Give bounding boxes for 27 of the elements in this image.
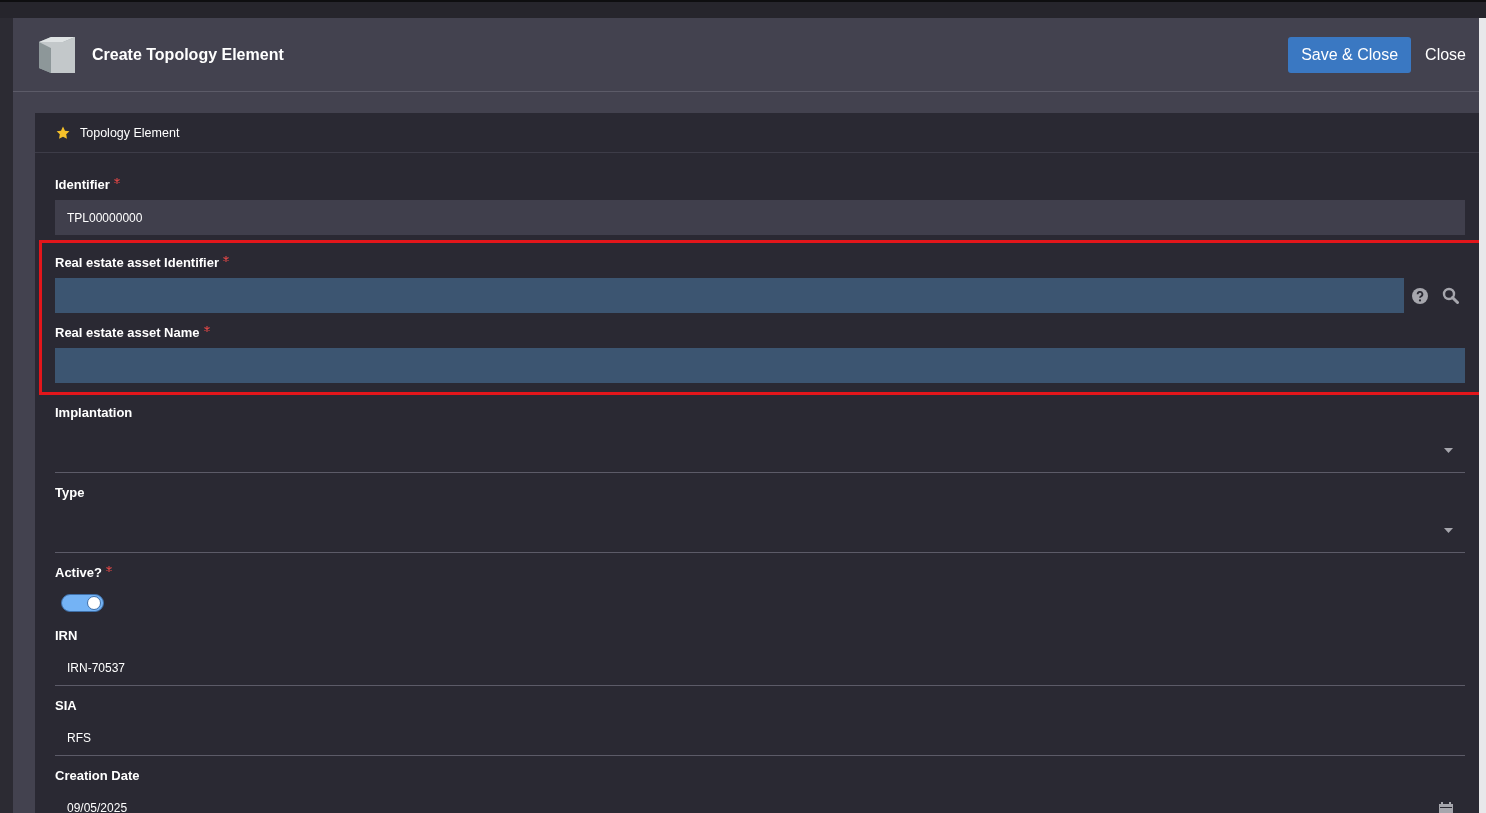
dialog-title: Create Topology Element (92, 45, 285, 64)
search-icon[interactable] (1442, 287, 1459, 304)
cube-icon (38, 35, 76, 74)
caret-icon (1444, 527, 1453, 533)
help-icon[interactable] (1412, 287, 1428, 304)
field-label: Creation Date (55, 768, 140, 783)
field-label: Implantation (55, 405, 133, 420)
field-label: IRN (55, 628, 78, 643)
field-label: Real estate asset Name (55, 325, 200, 340)
date-field[interactable]: 09/05/2025 (55, 791, 1465, 813)
input-field[interactable] (55, 278, 1404, 313)
input-field[interactable]: IRN-70537 (55, 651, 1465, 686)
field-label: Identifier (55, 177, 110, 192)
save-close-button[interactable]: Save & Close (1288, 36, 1412, 73)
field-label: Real estate asset Identifier (55, 255, 220, 270)
input-field[interactable]: RFS (55, 721, 1465, 756)
caret-icon (1444, 447, 1453, 453)
close-button[interactable]: Close (1419, 39, 1472, 70)
field-label: Active? (55, 565, 102, 580)
input-field[interactable]: TPL00000000 (55, 200, 1465, 235)
calendar-icon[interactable] (1439, 801, 1453, 813)
input-field[interactable] (55, 348, 1465, 383)
section-title: Topology Element (80, 125, 180, 140)
field-label: SIA (55, 698, 77, 713)
field-label: Type (55, 485, 85, 500)
star-icon (56, 125, 70, 140)
toggle-switch[interactable] (61, 594, 104, 612)
